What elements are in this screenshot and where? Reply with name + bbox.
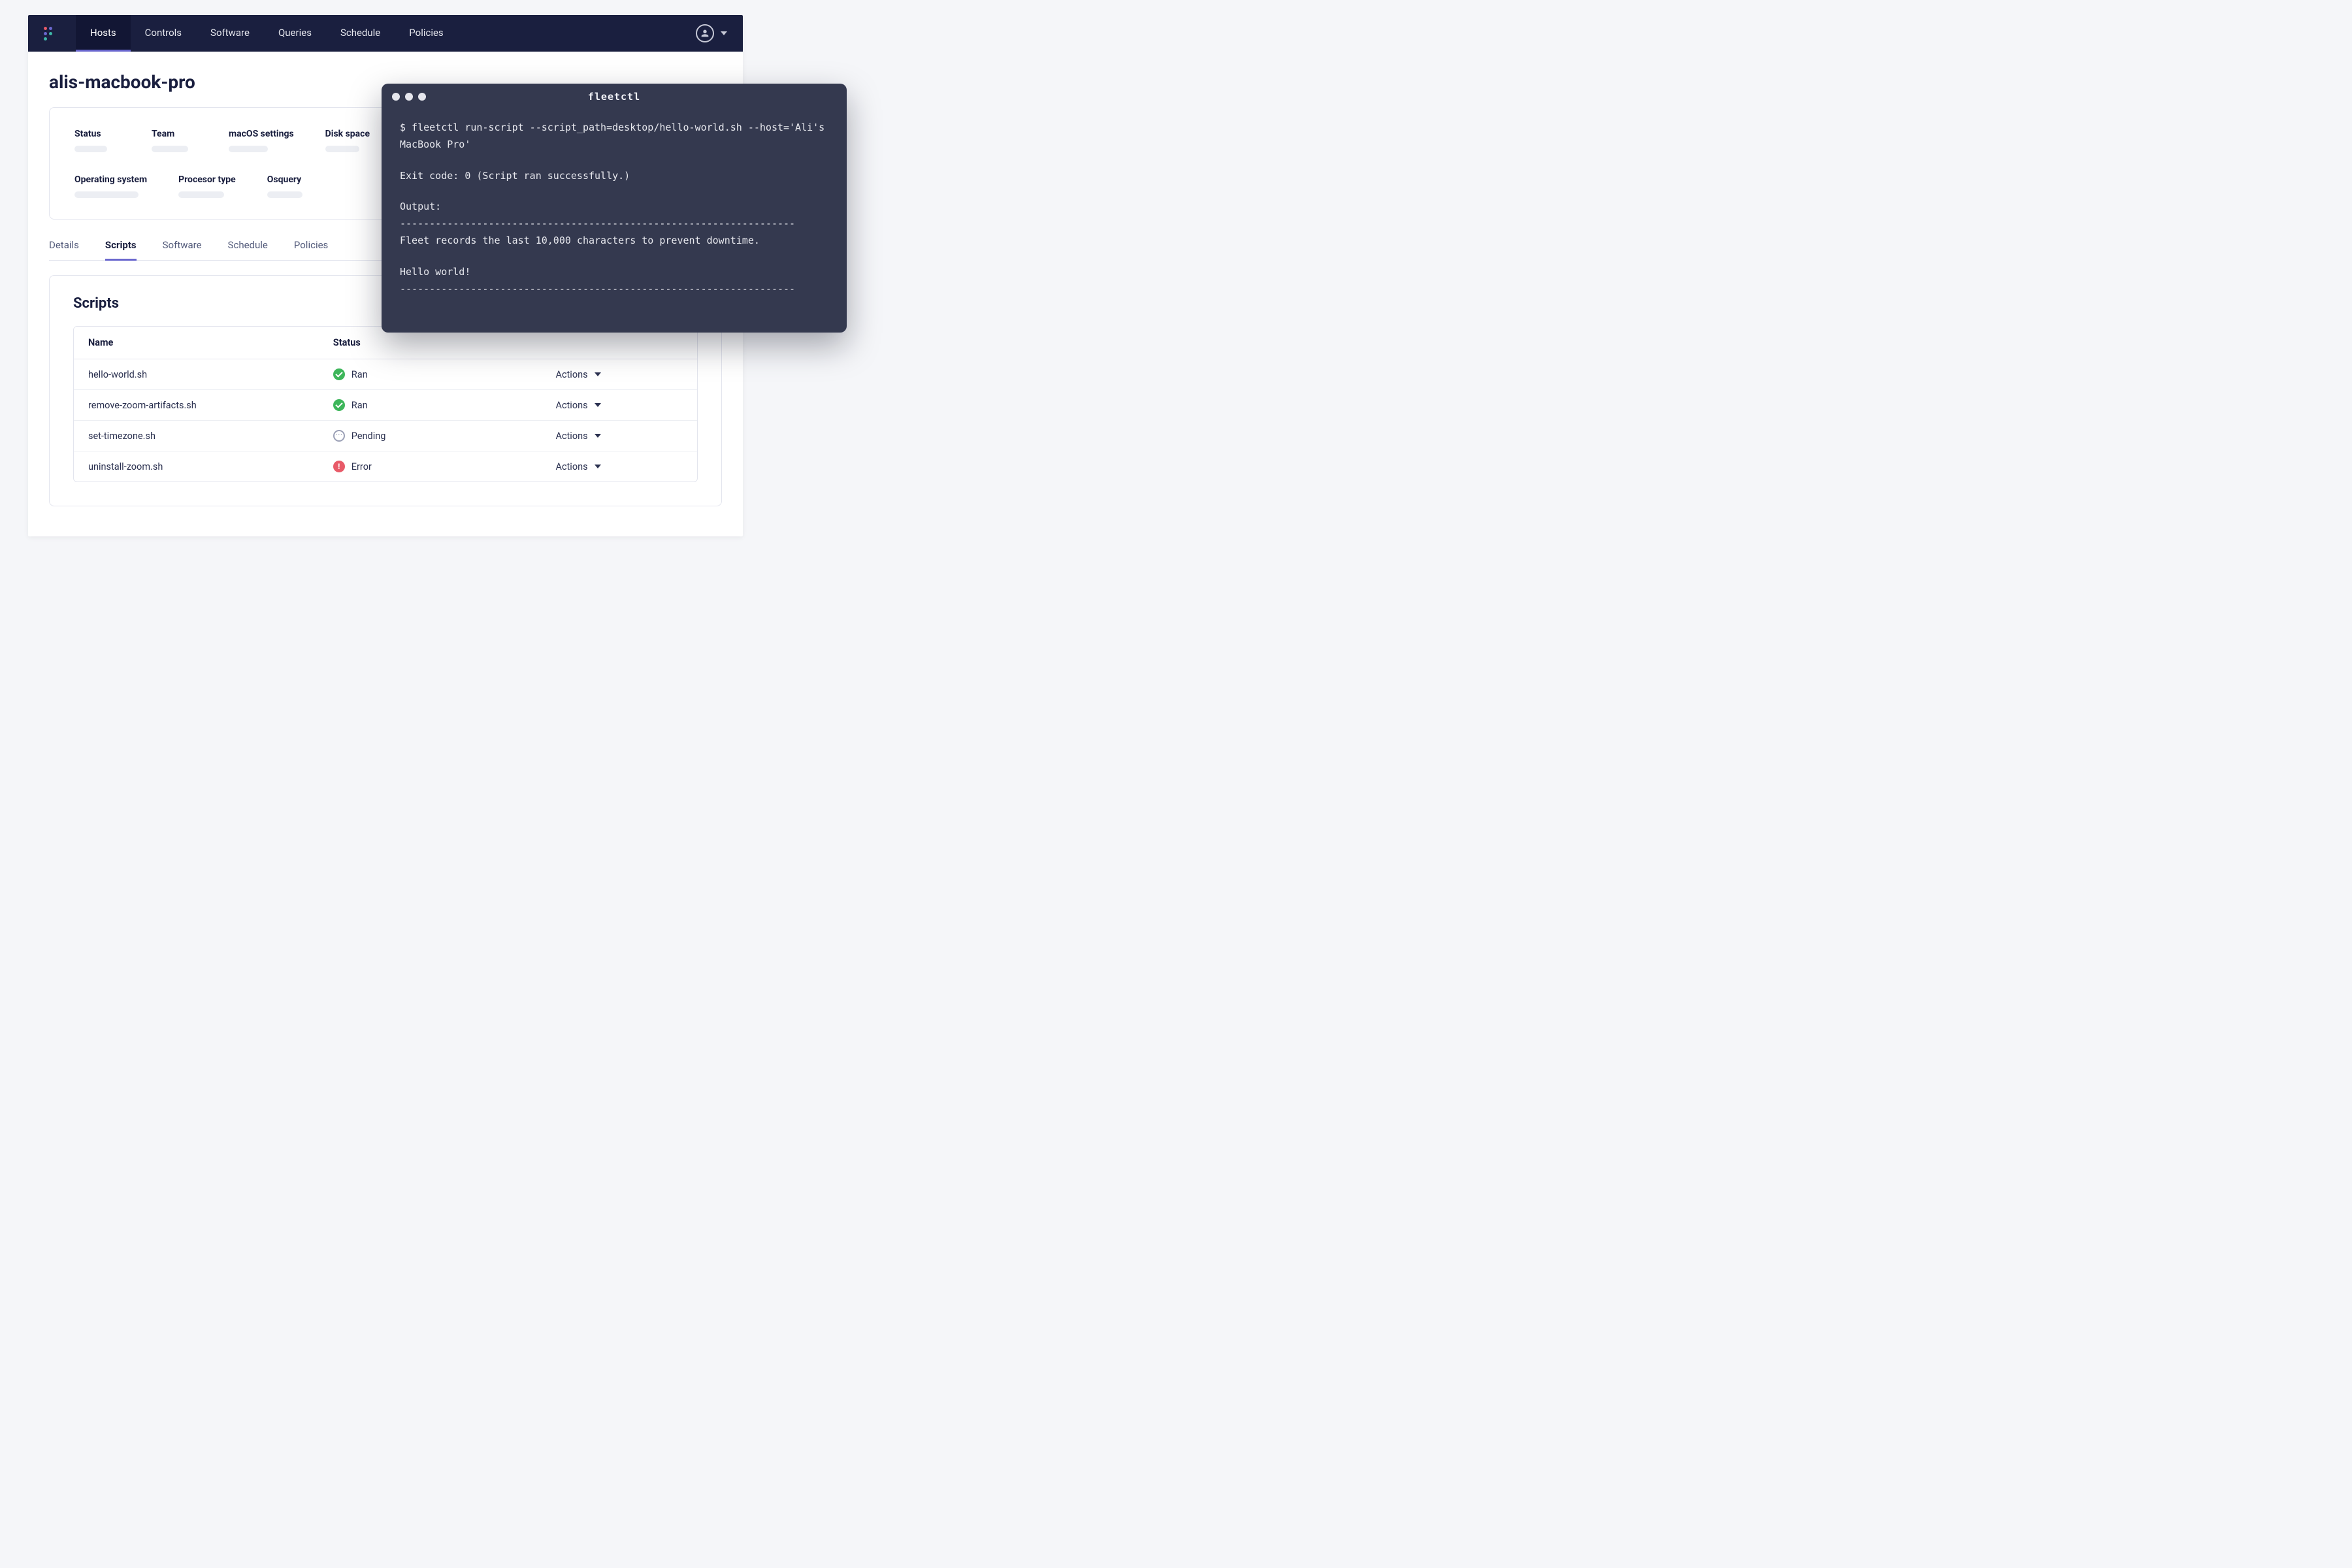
window-dot[interactable] bbox=[392, 93, 400, 101]
actions-cell: Actions bbox=[542, 391, 698, 420]
nav-item-controls[interactable]: Controls bbox=[131, 15, 196, 52]
logo[interactable] bbox=[41, 27, 60, 41]
actions-label: Actions bbox=[556, 461, 588, 472]
skeleton bbox=[74, 191, 139, 198]
skeleton bbox=[325, 146, 359, 152]
table-row: set-timezone.sh Pending Actions bbox=[74, 421, 697, 451]
chevron-down-icon bbox=[595, 372, 601, 376]
actions-cell: Actions bbox=[542, 452, 698, 482]
script-status: Pending bbox=[319, 421, 542, 451]
actions-label: Actions bbox=[556, 369, 588, 380]
table-row: remove-zoom-artifacts.sh Ran Actions bbox=[74, 390, 697, 421]
actions-cell: Actions bbox=[542, 421, 698, 451]
table-row: uninstall-zoom.sh Error Actions bbox=[74, 451, 697, 482]
skeleton bbox=[74, 146, 107, 152]
script-status: Ran bbox=[319, 390, 542, 420]
status-text: Ran bbox=[351, 369, 368, 380]
window-controls[interactable] bbox=[392, 93, 426, 101]
nav-item-schedule[interactable]: Schedule bbox=[326, 15, 395, 52]
skeleton bbox=[267, 191, 302, 198]
scripts-table: Name Status hello-world.shRanActionsremo… bbox=[73, 326, 698, 482]
info-label: Disk space bbox=[325, 129, 371, 139]
terminal-line: Hello world! bbox=[400, 263, 828, 280]
terminal-line: Exit code: 0 (Script ran successfully.) bbox=[400, 167, 828, 184]
skeleton bbox=[178, 191, 224, 198]
script-name: remove-zoom-artifacts.sh bbox=[74, 391, 319, 420]
chevron-down-icon bbox=[721, 31, 727, 35]
col-name: Name bbox=[74, 327, 319, 359]
actions-label: Actions bbox=[556, 400, 588, 411]
info-block: Team bbox=[152, 129, 197, 152]
avatar-icon bbox=[696, 24, 714, 42]
script-name: set-timezone.sh bbox=[74, 421, 319, 451]
ran-status-icon bbox=[333, 368, 345, 380]
window-dot[interactable] bbox=[418, 93, 426, 101]
terminal-line: Output: bbox=[400, 198, 828, 215]
terminal-line bbox=[400, 154, 828, 167]
script-status: Ran bbox=[319, 359, 542, 389]
terminal-line: ----------------------------------------… bbox=[400, 280, 828, 297]
col-actions bbox=[542, 333, 698, 353]
info-block: Disk space bbox=[325, 129, 371, 152]
info-label: Status bbox=[74, 129, 120, 139]
table-row: hello-world.sh Ran Actions bbox=[74, 359, 697, 390]
subtab-software[interactable]: Software bbox=[163, 239, 202, 261]
status-text: Error bbox=[351, 461, 372, 472]
info-label: Osquery bbox=[267, 174, 313, 185]
error-status-icon bbox=[333, 461, 345, 472]
terminal-line: Fleet records the last 10,000 characters… bbox=[400, 232, 828, 249]
terminal-title: fleetctl bbox=[382, 88, 847, 105]
script-name: hello-world.sh bbox=[74, 360, 319, 389]
terminal-titlebar: fleetctl bbox=[382, 84, 847, 110]
skeleton bbox=[152, 146, 188, 152]
info-block: Status bbox=[74, 129, 120, 152]
info-label: Procesor type bbox=[178, 174, 236, 185]
actions-dropdown[interactable]: Actions bbox=[556, 461, 601, 472]
info-block: Osquery bbox=[267, 174, 313, 198]
actions-label: Actions bbox=[556, 431, 588, 442]
subtab-scripts[interactable]: Scripts bbox=[105, 239, 137, 261]
nav-item-queries[interactable]: Queries bbox=[264, 15, 326, 52]
user-menu[interactable] bbox=[696, 24, 727, 42]
nav-items: HostsControlsSoftwareQueriesSchedulePoli… bbox=[76, 15, 458, 52]
status-text: Pending bbox=[351, 431, 386, 442]
nav-item-hosts[interactable]: Hosts bbox=[76, 15, 131, 52]
ran-status-icon bbox=[333, 399, 345, 411]
actions-dropdown[interactable]: Actions bbox=[556, 400, 601, 411]
chevron-down-icon bbox=[595, 434, 601, 438]
nav-item-software[interactable]: Software bbox=[196, 15, 264, 52]
logo-icon bbox=[44, 27, 57, 41]
skeleton bbox=[229, 146, 268, 152]
actions-dropdown[interactable]: Actions bbox=[556, 369, 601, 380]
script-name: uninstall-zoom.sh bbox=[74, 452, 319, 482]
chevron-down-icon bbox=[595, 403, 601, 407]
terminal-window: fleetctl $ fleetctl run-script --script_… bbox=[382, 84, 847, 333]
terminal-line bbox=[400, 250, 828, 263]
terminal-line: $ fleetctl run-script --script_path=desk… bbox=[400, 119, 828, 154]
terminal-line bbox=[400, 184, 828, 198]
terminal-line: ----------------------------------------… bbox=[400, 215, 828, 232]
actions-dropdown[interactable]: Actions bbox=[556, 431, 601, 442]
script-status: Error bbox=[319, 451, 542, 482]
info-label: Operating system bbox=[74, 174, 147, 185]
info-block: Procesor type bbox=[178, 174, 236, 198]
info-label: macOS settings bbox=[229, 129, 294, 139]
subtab-schedule[interactable]: Schedule bbox=[228, 239, 268, 261]
subtab-details[interactable]: Details bbox=[49, 239, 79, 261]
top-nav: HostsControlsSoftwareQueriesSchedulePoli… bbox=[28, 15, 743, 52]
info-block: Operating system bbox=[74, 174, 147, 198]
info-block: macOS settings bbox=[229, 129, 294, 152]
chevron-down-icon bbox=[595, 465, 601, 468]
terminal-output: $ fleetctl run-script --script_path=desk… bbox=[382, 110, 847, 333]
subtab-policies[interactable]: Policies bbox=[294, 239, 328, 261]
pending-status-icon bbox=[333, 430, 345, 442]
window-dot[interactable] bbox=[405, 93, 413, 101]
actions-cell: Actions bbox=[542, 360, 698, 389]
info-label: Team bbox=[152, 129, 197, 139]
status-text: Ran bbox=[351, 400, 368, 411]
nav-item-policies[interactable]: Policies bbox=[395, 15, 457, 52]
